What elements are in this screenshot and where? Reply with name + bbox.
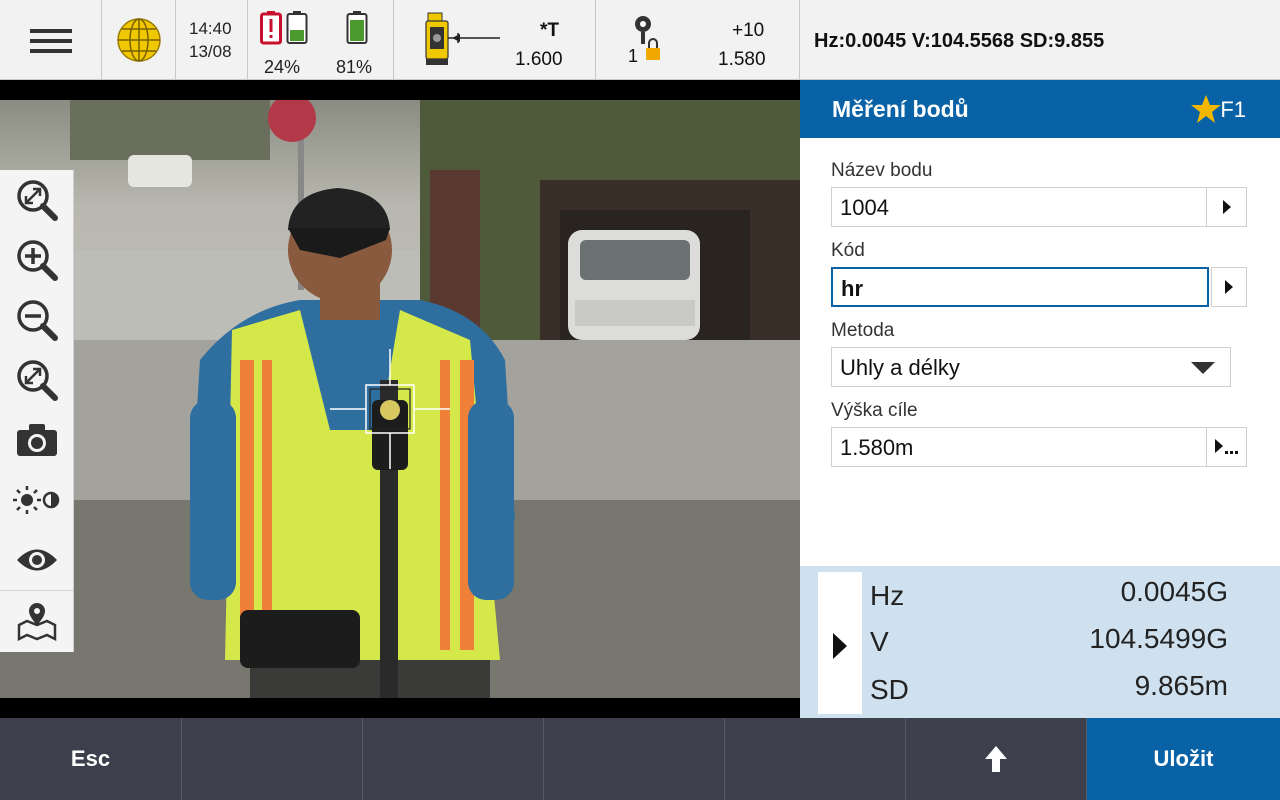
shortcut-key: F1 (1220, 97, 1246, 122)
shift-button[interactable] (906, 718, 1087, 800)
softkey-2[interactable] (182, 718, 363, 800)
time: 14:40 (189, 19, 232, 38)
esc-button[interactable]: Esc (0, 718, 182, 800)
code-value: hr (841, 276, 863, 301)
instrument-label: *T (540, 20, 559, 41)
brightness-button[interactable] (0, 470, 74, 530)
zoom-in-button[interactable] (0, 230, 74, 290)
camera-view[interactable] (0, 80, 800, 718)
more-options-icon (1214, 439, 1238, 454)
target-height-field[interactable]: 1.580m (831, 427, 1247, 467)
star-icon[interactable] (1190, 93, 1222, 125)
code-arrow-button[interactable] (1211, 267, 1247, 307)
target-height-label: Výška cíle (831, 400, 918, 421)
zoom-extents-button[interactable] (0, 350, 74, 410)
sd-value: 9.865m (1134, 670, 1228, 701)
battery2-percent: 81% (336, 57, 373, 77)
zoom-out-icon (17, 300, 58, 341)
status-bar: 14:40 13/08 24% 81% *T 1.600 1 +10 1.580… (0, 0, 1280, 80)
status-readout: Hz:0.0045 V:104.5568 SD:9.855 (800, 0, 1280, 80)
save-label: Uložit (1153, 746, 1214, 771)
target-height: 1.580 (718, 49, 766, 70)
battery-warning-icon (260, 11, 282, 45)
crosshair-icon (330, 349, 450, 469)
map-pin-icon (17, 602, 57, 641)
measure-points-panel: Měření bodů F1 Název bodu 1004 Kód hr Me… (800, 80, 1280, 718)
softkey-5[interactable] (725, 718, 906, 800)
esc-label: Esc (70, 746, 111, 771)
point-name-arrow-button[interactable] (1206, 188, 1246, 226)
softkey-bar: Esc Uložit (0, 718, 1280, 800)
point-name-field[interactable]: 1004 (831, 187, 1247, 227)
battery-icon-2 (346, 11, 368, 44)
softkey-3[interactable] (363, 718, 544, 800)
arrow-up-icon (985, 746, 1007, 772)
instrument-status[interactable]: *T 1.600 (394, 0, 596, 80)
readout-text: Hz:0.0045 V:104.5568 SD:9.855 (814, 30, 1105, 52)
zoom-extents-icon (17, 360, 58, 401)
clock[interactable]: 14:40 13/08 (176, 0, 248, 80)
battery-icon (286, 11, 308, 44)
measurement-readout: Hz 0.0045G V 104.5499G SD 9.865m (800, 566, 1280, 718)
globe-button[interactable] (102, 0, 176, 80)
camera-snapshot-button[interactable] (0, 410, 74, 470)
chevron-down-icon (1191, 362, 1215, 374)
save-button[interactable]: Uložit (1087, 718, 1280, 800)
chevron-right-icon (1222, 200, 1231, 214)
chevron-right-icon (1225, 280, 1233, 294)
point-name-value: 1004 (840, 195, 889, 220)
measurement-selector[interactable] (818, 572, 862, 714)
camera-icon (17, 424, 57, 456)
brightness-contrast-icon (13, 486, 60, 514)
total-station-icon (425, 12, 500, 65)
camera-toolbar (0, 170, 74, 652)
code-field[interactable]: hr (831, 267, 1209, 307)
panel-header: Měření bodů F1 (800, 80, 1280, 138)
instrument-height: 1.600 (515, 49, 563, 70)
map-button[interactable] (0, 590, 74, 650)
zoom-out-button[interactable] (0, 290, 74, 350)
code-label: Kód (831, 240, 865, 261)
hz-value: 0.0045G (1120, 576, 1228, 607)
zoom-fit-icon (17, 180, 58, 221)
softkey-4[interactable] (544, 718, 725, 800)
play-arrow-icon (833, 633, 847, 659)
target-status[interactable]: 1 +10 1.580 (596, 0, 800, 80)
battery-status[interactable]: 24% 81% (248, 0, 394, 80)
date: 13/08 (189, 42, 232, 61)
menu-button[interactable] (0, 0, 102, 80)
zoom-in-icon (17, 240, 58, 281)
target-height-value: 1.580m (840, 435, 914, 460)
battery1-percent: 24% (264, 57, 301, 77)
prism-constant: +10 (732, 20, 765, 41)
eye-icon (17, 549, 57, 571)
v-value: 104.5499G (1089, 623, 1228, 654)
hz-label: Hz (870, 580, 905, 611)
zoom-fit-button[interactable] (0, 170, 74, 230)
target-height-options-button[interactable] (1206, 428, 1246, 466)
point-name-label: Název bodu (831, 160, 933, 181)
target-count: 1 (628, 46, 639, 66)
method-value: Uhly a délky (840, 355, 960, 380)
sd-label: SD (870, 674, 909, 705)
method-label: Metoda (831, 320, 895, 341)
visibility-button[interactable] (0, 530, 74, 590)
panel-title: Měření bodů (832, 96, 969, 122)
method-select[interactable]: Uhly a délky (831, 347, 1231, 387)
globe-icon (117, 18, 161, 62)
v-label: V (870, 626, 889, 657)
